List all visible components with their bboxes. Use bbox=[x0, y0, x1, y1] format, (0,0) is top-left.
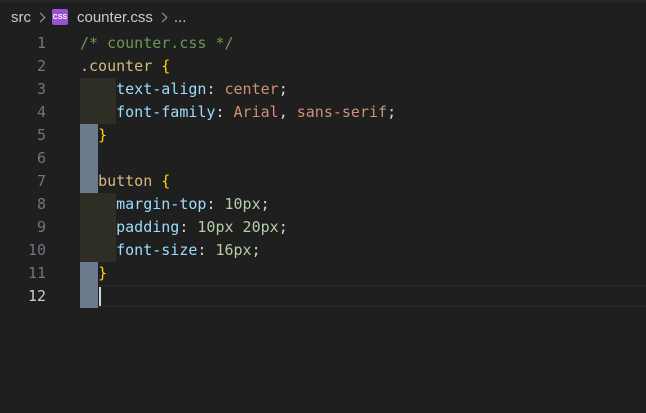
code-line[interactable]: 7 button { bbox=[0, 170, 646, 193]
line-number: 12 bbox=[27, 287, 46, 305]
code-text[interactable]: padding: 10px 20px; bbox=[80, 216, 288, 239]
code-token: } bbox=[98, 264, 108, 282]
code-token: center bbox=[224, 80, 279, 98]
code-token: text-align bbox=[116, 80, 207, 98]
code-text[interactable]: } bbox=[80, 124, 107, 147]
code-text[interactable]: /* counter.css */ bbox=[80, 32, 234, 55]
code-line[interactable]: 1 /* counter.css */ bbox=[0, 32, 646, 55]
code-text[interactable]: .counter { bbox=[80, 55, 170, 78]
line-number: 10 bbox=[27, 241, 46, 259]
chevron-right-icon bbox=[35, 12, 46, 22]
code-token: sans-serif bbox=[296, 103, 388, 121]
line-number: 4 bbox=[36, 103, 46, 121]
code-token: } bbox=[98, 126, 108, 144]
code-line[interactable]: 11 } bbox=[0, 262, 646, 285]
line-number: 5 bbox=[36, 126, 46, 144]
code-text[interactable]: text-align: center; bbox=[80, 78, 288, 101]
code-token: : bbox=[206, 195, 225, 213]
breadcrumb-more[interactable]: ... bbox=[174, 9, 187, 26]
code-line[interactable]: 3 text-align: center; bbox=[0, 78, 646, 101]
line-number: 11 bbox=[27, 264, 46, 282]
code-line[interactable]: 4 font-family: Arial, sans-serif; bbox=[0, 101, 646, 124]
line-number: 3 bbox=[36, 80, 46, 98]
code-token: font-size bbox=[116, 241, 198, 259]
code-token: 16px bbox=[215, 241, 252, 259]
code-text[interactable]: button { bbox=[80, 170, 170, 193]
chevron-right-icon bbox=[157, 12, 168, 22]
code-token: , bbox=[278, 103, 297, 121]
code-text[interactable]: font-family: Arial, sans-serif; bbox=[80, 101, 396, 124]
indent-guide-active bbox=[80, 285, 98, 308]
code-text[interactable]: font-size: 16px; bbox=[80, 239, 261, 262]
line-number: 9 bbox=[36, 218, 46, 236]
code-token: { bbox=[161, 57, 171, 75]
text-cursor bbox=[99, 287, 101, 306]
css-file-icon: CSS bbox=[52, 9, 68, 25]
line-number: 7 bbox=[36, 172, 46, 190]
line-number: 2 bbox=[36, 57, 46, 75]
code-token: { bbox=[161, 172, 171, 190]
code-token: .counter bbox=[80, 57, 153, 75]
code-token: : bbox=[179, 218, 198, 236]
code-token: padding bbox=[116, 218, 180, 236]
breadcrumb: src CSS counter.css ... bbox=[0, 0, 646, 34]
code-line[interactable]: 9 padding: 10px 20px; bbox=[0, 216, 646, 239]
code-line[interactable]: 6 bbox=[0, 147, 646, 170]
code-token: 10px 20px bbox=[197, 218, 279, 236]
code-line[interactable]: 10 font-size: 16px; bbox=[0, 239, 646, 262]
code-line[interactable]: 8 margin-top: 10px; bbox=[0, 193, 646, 216]
breadcrumb-folder[interactable]: src bbox=[11, 9, 31, 26]
code-token: Arial bbox=[233, 103, 279, 121]
code-token: : bbox=[206, 80, 225, 98]
code-editor[interactable]: 1/* counter.css */2 .counter {3 text-alig… bbox=[0, 32, 646, 413]
code-token: margin-top bbox=[116, 195, 207, 213]
line-number: 8 bbox=[36, 195, 46, 213]
code-token: button bbox=[98, 172, 153, 190]
code-token: font-family bbox=[116, 103, 216, 121]
code-line[interactable]: 5 } bbox=[0, 124, 646, 147]
code-text[interactable]: margin-top: 10px; bbox=[80, 193, 270, 216]
code-token: ; bbox=[251, 241, 261, 259]
current-line-highlight bbox=[80, 285, 646, 307]
code-token: : bbox=[197, 241, 216, 259]
code-token: ; bbox=[278, 80, 288, 98]
code-token: : bbox=[215, 103, 234, 121]
code-token: /* counter.css */ bbox=[80, 34, 234, 52]
code-token: ; bbox=[260, 195, 270, 213]
indent-guide-active bbox=[80, 147, 98, 170]
line-number: 6 bbox=[36, 149, 46, 167]
code-token: ; bbox=[387, 103, 397, 121]
code-token: 10px bbox=[224, 195, 261, 213]
code-line[interactable]: 12 bbox=[0, 285, 646, 308]
code-token: ; bbox=[278, 218, 288, 236]
breadcrumb-file[interactable]: counter.css bbox=[77, 9, 153, 26]
line-number: 1 bbox=[36, 34, 46, 52]
code-text[interactable]: } bbox=[80, 262, 107, 285]
code-line[interactable]: 2 .counter { bbox=[0, 55, 646, 78]
